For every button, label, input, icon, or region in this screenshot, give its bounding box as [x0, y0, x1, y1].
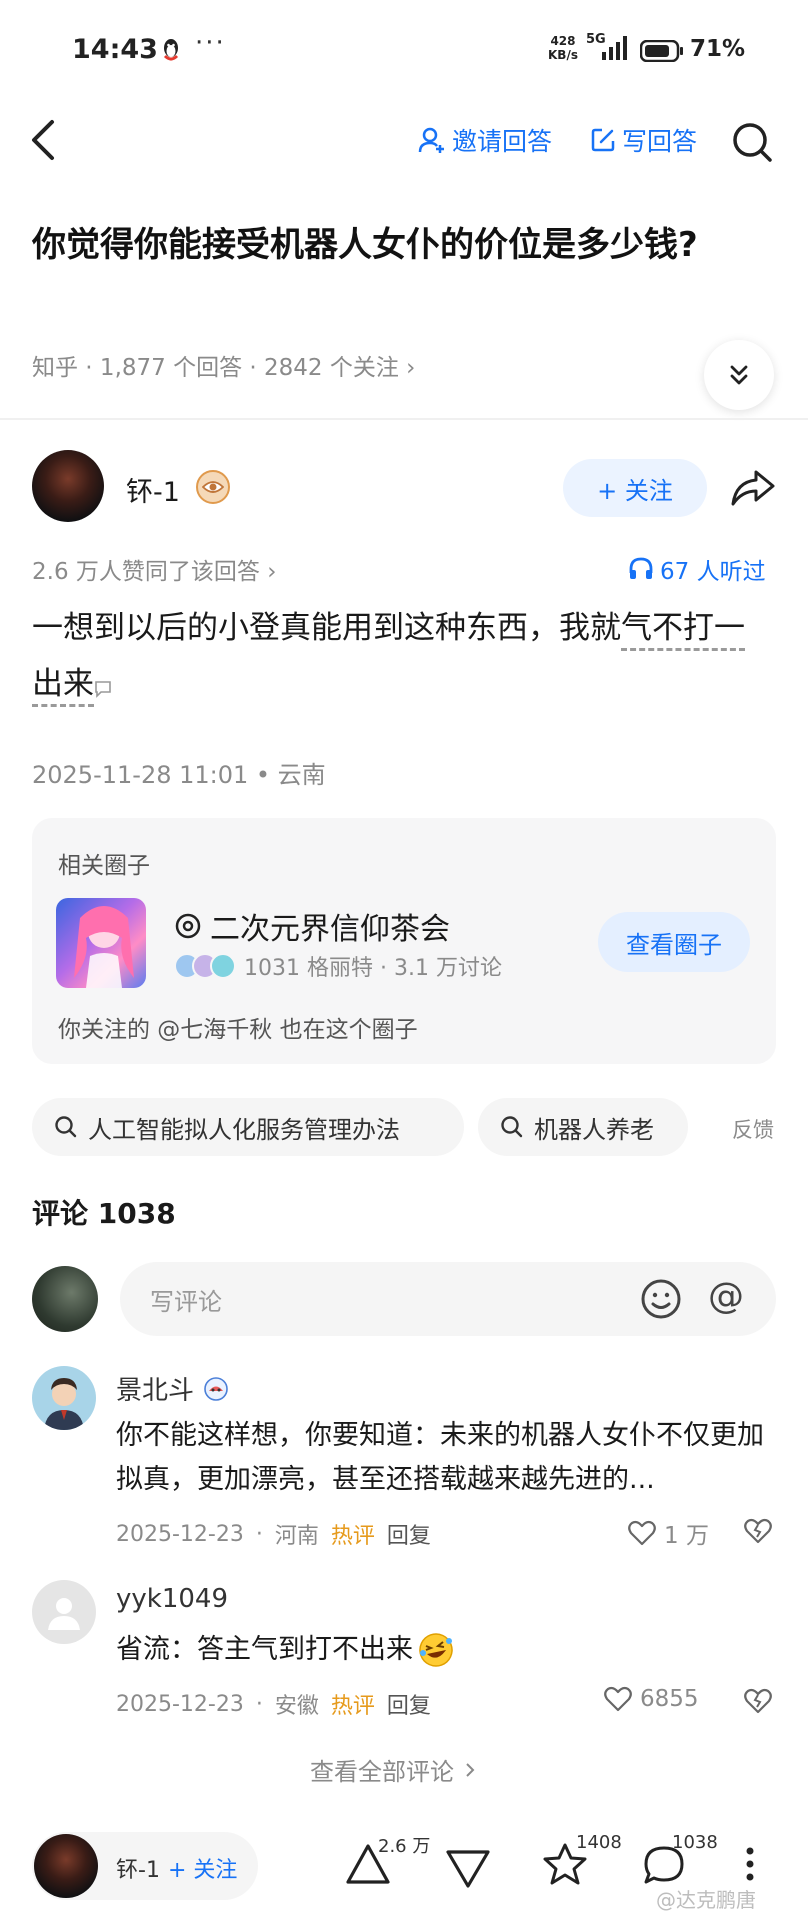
double-chevron-down-icon [727, 363, 751, 387]
author-name[interactable]: 钚-1 [126, 470, 180, 509]
comment-author-name: 景北斗 [116, 1376, 195, 1406]
dislike-broken-heart-icon[interactable] [744, 1518, 772, 1544]
comment-meta: 2025-12-23 · 安徽 热评 回复 [116, 1688, 431, 1720]
member-avatars [174, 953, 236, 979]
related-search-chip[interactable]: 人工智能拟人化服务管理办法 [32, 1098, 464, 1156]
qq-penguin-icon [160, 38, 182, 62]
comments-title: 评论 1038 [32, 1197, 176, 1230]
invite-user-icon [418, 126, 446, 154]
circle-header: 相关圈子 [58, 853, 150, 879]
emoji-icon[interactable] [640, 1278, 682, 1320]
circle-title[interactable]: 二次元界信仰茶会 [174, 904, 450, 948]
comment-location: 安徽 [274, 1694, 319, 1719]
comment-author-name[interactable]: yyk1049 [116, 1584, 228, 1614]
net-speed-value: 428 [550, 34, 576, 48]
heart-icon [628, 1520, 656, 1546]
circle-stats-row: 1031 格丽特 · 3.1 万讨论 [174, 950, 502, 982]
follow-button[interactable]: + 关注 [563, 459, 707, 517]
level-badge-icon [202, 1376, 230, 1402]
circle-name: 二次元界信仰茶会 [210, 912, 450, 947]
my-avatar [32, 1266, 98, 1332]
invite-answer-label: 邀请回答 [452, 127, 553, 156]
listen-count[interactable]: 67 人听过 [628, 552, 766, 586]
question-title[interactable]: 你觉得你能接受机器人女仆的价位是多少钱? [32, 215, 752, 275]
answer-date-location: 2025-11-28 11:01 • 云南 [32, 761, 326, 789]
status-time: 14:43 [72, 34, 158, 65]
comment-date: 2025-12-23 [116, 1521, 244, 1547]
like-button[interactable]: 1 万 [628, 1516, 709, 1550]
view-all-label: 查看全部评论 [310, 1758, 454, 1786]
question-meta[interactable]: 知乎 · 1,877 个回答 · 2842 个关注 › [32, 348, 415, 382]
comment-text[interactable]: 省流：答主气到打不出来 [116, 1628, 455, 1672]
battery-icon [640, 40, 684, 62]
circle-stats: 1031 格丽特 · 3.1 万讨论 [244, 956, 502, 981]
laughing-emoji-icon [417, 1631, 455, 1669]
related-search-label: 人工智能拟人化服务管理办法 [88, 1115, 400, 1144]
circle-note[interactable]: 你关注的 @七海千秋 也在这个圈子 [58, 1010, 418, 1044]
signal-icon [600, 36, 630, 60]
meta-dot: · [255, 1521, 263, 1547]
favorite-count: 1408 [576, 1832, 622, 1853]
mention-at-icon[interactable]: @ [708, 1276, 744, 1317]
back-arrow-icon[interactable] [28, 118, 58, 162]
comment-meta: 2025-12-23 · 河南 热评 回复 [116, 1518, 431, 1550]
search-icon [54, 1115, 78, 1139]
hot-comment-tag: 热评 [330, 1694, 375, 1719]
comment-text[interactable]: 你不能这样想，你要知道：未来的机器人女仆不仅更加拟真，更加漂亮，甚至还搭载越来越… [116, 1414, 776, 1502]
comment-text-content: 省流：答主气到打不出来 [116, 1634, 413, 1665]
more-vertical-icon[interactable] [744, 1846, 756, 1882]
comment-location: 河南 [274, 1524, 319, 1549]
comment-author[interactable]: 景北斗 [116, 1370, 230, 1407]
search-icon[interactable] [730, 120, 774, 164]
headphones-icon [628, 557, 654, 581]
net-speed-unit: KB/s [548, 48, 578, 62]
circle-icon [174, 912, 202, 940]
battery-percent: 71% [690, 36, 746, 62]
author-avatar[interactable] [32, 450, 104, 522]
hot-comment-tag: 热评 [330, 1524, 375, 1549]
answer-text-part1: 一想到以后的小登真能用到这种东西，我就 [32, 610, 621, 646]
eye-badge-icon [196, 470, 230, 504]
listen-count-label: 67 人听过 [660, 559, 766, 585]
view-all-comments-link[interactable]: 查看全部评论 [310, 1752, 476, 1787]
invite-answer-button[interactable]: 邀请回答 [418, 122, 552, 158]
chevron-right-icon [464, 1761, 476, 1779]
related-search-chip[interactable]: 机器人养老 [478, 1098, 688, 1156]
comment-date: 2025-12-23 [116, 1691, 244, 1717]
meta-dot: · [255, 1691, 263, 1717]
upvote-count: 2.6 万 [378, 1836, 431, 1857]
write-answer-label: 写回答 [622, 127, 698, 156]
comment-avatar[interactable] [32, 1366, 96, 1430]
like-count: 6855 [640, 1686, 699, 1712]
expand-button[interactable] [704, 340, 774, 410]
circle-cover-image[interactable] [56, 898, 146, 988]
reply-button[interactable]: 回复 [387, 1688, 431, 1720]
share-icon[interactable] [730, 468, 776, 508]
bottom-follow-button[interactable]: + 关注 [168, 1852, 237, 1884]
dislike-broken-heart-icon[interactable] [744, 1688, 772, 1714]
feedback-link[interactable]: 反馈 [732, 1114, 774, 1144]
edit-icon [590, 127, 616, 153]
search-icon [500, 1115, 524, 1139]
comment-avatar-default[interactable] [32, 1580, 96, 1644]
reply-button[interactable]: 回复 [387, 1518, 431, 1550]
status-more: ··· [195, 28, 226, 58]
view-circle-button[interactable]: 查看圈子 [598, 912, 750, 972]
section-divider [0, 418, 808, 420]
answer-body[interactable]: 一想到以后的小登真能用到这种东西，我就气不打一出来 [32, 600, 772, 712]
net-speed: 428 KB/s [548, 34, 578, 62]
downvote-triangle-icon[interactable] [444, 1848, 492, 1888]
write-answer-button[interactable]: 写回答 [590, 122, 697, 158]
like-button[interactable]: 6855 [604, 1686, 699, 1712]
comment-bubble-icon[interactable] [94, 680, 112, 698]
member-avatar [210, 953, 236, 979]
bottom-author-name[interactable]: 钚-1 [116, 1852, 160, 1884]
heart-icon [604, 1686, 632, 1712]
related-search-label: 机器人养老 [534, 1115, 654, 1144]
watermark: @达克鹏唐 [656, 1888, 756, 1912]
vote-count[interactable]: 2.6 万人赞同了该回答 › [32, 552, 276, 586]
comment-count: 1038 [672, 1832, 718, 1853]
bottom-author-avatar[interactable] [34, 1834, 98, 1898]
like-count: 1 万 [664, 1523, 709, 1549]
